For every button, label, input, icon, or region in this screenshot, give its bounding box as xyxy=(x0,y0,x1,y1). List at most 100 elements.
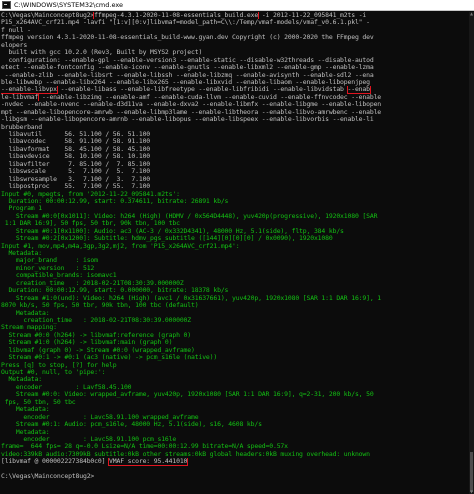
terminal-text: Stream #0:1[0x1100]: Audio: ac3 (AC-3 / … xyxy=(1,227,344,235)
terminal-line: [libvmaf @ 000002227384b0c0] VMAF score:… xyxy=(1,458,469,466)
terminal-text: Metadata: xyxy=(1,376,42,384)
terminal-text: Metadata: xyxy=(1,406,50,414)
terminal-text: ble-libwebp --enable-libx264 --enable-li… xyxy=(1,78,374,86)
terminal-line: encoder : Lavc58.91.100 pcm_s16le xyxy=(1,436,469,443)
terminal-text: libavutil 56. 51.100 / 56. 51.100 xyxy=(1,131,151,138)
terminal-line: -libgsm --enable-libopencore-amrnb --ena… xyxy=(1,116,469,123)
terminal-text: built with gcc 10.2.0 (Rev3, Built by MS… xyxy=(1,49,203,57)
terminal-text: libavcodec 58. 91.100 / 58. 91.100 xyxy=(1,138,151,146)
terminal-text: mpt --enable-libopencore-amrwb --enable-… xyxy=(1,108,382,116)
terminal-text: C:\Vegas\Mainconcept8ug2> xyxy=(1,473,95,481)
terminal-line: etect --enable-fontconfig --enable-iconv… xyxy=(1,64,469,71)
terminal-text: encoder : Lavc58.91.100 wrapped_avframe xyxy=(1,413,199,421)
terminal-text: libswscale 5. 7.100 / 5. 7.100 xyxy=(1,168,151,176)
terminal-line: creation_time : 2018-02-21T08:30:39.0000… xyxy=(1,317,469,324)
terminal-line: libvmaf (graph 0) -> Stream #0:0 (wrappe… xyxy=(1,347,469,354)
terminal-line: libswscale 5. 7.100 / 5. 7.100 xyxy=(1,168,469,175)
terminal-line: ble-libwebp --enable-libx264 --enable-li… xyxy=(1,79,469,86)
scrollbar-thumb[interactable] xyxy=(470,452,473,492)
terminal-line: libavdevice 58. 10.100 / 58. 10.100 xyxy=(1,153,469,160)
cmd-icon xyxy=(2,1,11,9)
terminal-line: Stream mapping: xyxy=(1,324,469,331)
terminal-text: libswresample 3. 7.100 / 3. 7.100 xyxy=(1,175,151,183)
terminal-line: 1:1 DAR 16:9], 50 fps, 50 tbr, 90k tbn, … xyxy=(1,220,469,227)
terminal-line: ffmpeg version 4.3.1-2020-11-08-essentia… xyxy=(1,34,469,41)
terminal-line: Metadata: xyxy=(1,376,469,383)
terminal-line: le-libvmaf --enable-libzimg --enable-amf… xyxy=(1,93,469,102)
terminal-text: etect --enable-fontconfig --enable-iconv… xyxy=(1,64,374,72)
terminal-line: configuration: --enable-gpl --enable-ver… xyxy=(1,57,469,64)
scroll-up-arrow-icon[interactable]: ▲ xyxy=(469,12,474,16)
terminal-text: Stream #0:2[0x1200]: Subtitle: hdmv_pgs_… xyxy=(1,235,333,243)
terminal-text: Stream #0:0[0x1011]: Video: h264 (High) … xyxy=(1,212,378,220)
terminal-line: encoder : Lavf58.45.100 xyxy=(1,384,469,391)
terminal-text: Stream #1:0(und): Video: h264 (High) (av… xyxy=(1,294,382,302)
terminal-text: Duration: 00:00:12.99, start: 0.000000, … xyxy=(1,287,229,295)
terminal-line: mpt --enable-libopencore-amrwb --enable-… xyxy=(1,109,469,116)
terminal-text: -libgsm --enable-libopencore-amrnb --ena… xyxy=(1,116,374,124)
terminal-text: 1:1 DAR 16:9], 50 fps, 50 tbr, 90k tbn, … xyxy=(1,220,180,228)
terminal-line: creation_time : 2018-02-21T08:30:39.0000… xyxy=(1,280,469,287)
terminal-text: libavformat 58. 45.100 / 58. 45.100 xyxy=(1,145,151,153)
terminal-line: Stream #0:0 (h264) -> libvmaf:reference … xyxy=(1,332,469,339)
terminal-line: Metadata: xyxy=(1,429,469,436)
terminal-line: video:339kB audio:7309kB subtitle:0kB ot… xyxy=(1,451,469,458)
highlighted-text: --enable-libvpx xyxy=(1,86,58,94)
terminal-line: Stream #0:1: Audio: pcm_s16le, 48000 Hz,… xyxy=(1,421,469,428)
terminal-text: major_brand : isom xyxy=(1,257,98,265)
terminal-text: creation_time : 2018-02-21T08:30:39.0000… xyxy=(1,279,184,287)
terminal-line: Metadata: xyxy=(1,250,469,257)
terminal-line: libavcodec 58. 91.100 / 58. 91.100 xyxy=(1,138,469,145)
terminal-line: minor_version : 512 xyxy=(1,265,469,272)
terminal-line: Press [q] to stop, [?] for help xyxy=(1,362,469,369)
terminal-text: Press [q] to stop, [?] for help xyxy=(1,361,117,369)
scroll-down-arrow-icon[interactable]: ▼ xyxy=(469,490,474,494)
terminal-line: Stream #0:1[0x1100]: Audio: ac3 (AC-3 / … xyxy=(1,228,469,235)
terminal-text: f null - xyxy=(1,26,31,34)
terminal-text: encoder : Lavf58.45.100 xyxy=(1,383,132,391)
highlighted-text: VMAF score: 95.441010 xyxy=(108,458,189,466)
terminal-line: -nvdec --enable-nvenc --enable-d3d11va -… xyxy=(1,101,469,108)
terminal-text: --enable-libzimg --enable-amf --enable-c… xyxy=(38,93,382,101)
terminal-line: Stream #1:0 (h264) -> libvmaf:main (grap… xyxy=(1,339,469,346)
terminal-line: libswresample 3. 7.100 / 3. 7.100 xyxy=(1,176,469,183)
terminal-text: -i 2012-11-22_095841_m2ts -i xyxy=(258,12,367,19)
terminal-line: libavutil 56. 51.100 / 56. 51.100 xyxy=(1,131,469,138)
terminal-text: libavdevice 58. 10.100 / 58. 10.100 xyxy=(1,153,151,161)
terminal-text: brubberband xyxy=(1,123,42,131)
terminal-text: libavfilter 7. 85.100 / 7. 85.100 xyxy=(1,160,151,168)
terminal-line: Output #0, null, to 'pipe:': xyxy=(1,369,469,376)
terminal-text: encoder : Lavc58.91.100 pcm_s16le xyxy=(1,435,177,443)
terminal-line: libpostproc 55. 7.100 / 55. 7.100 xyxy=(1,183,469,190)
terminal-text: libvmaf (graph 0) -> Stream #0:0 (wrappe… xyxy=(1,346,195,354)
terminal-line: Metadata: xyxy=(1,310,469,317)
terminal-line: --enable-libvpx --enable-libass --enable… xyxy=(1,86,469,94)
title-bar[interactable]: C:\WINDOWS\SYSTEM32\cmd.exe xyxy=(0,0,474,11)
terminal-text: compatible_brands: isomavc1 xyxy=(1,272,117,280)
terminal-line: built with gcc 10.2.0 (Rev3, Built by MS… xyxy=(1,49,469,56)
terminal-text: C:\Vegas\Mainconcept8ug2> xyxy=(1,12,95,19)
terminal-text: configuration: --enable-gpl --enable-ver… xyxy=(1,56,374,64)
terminal-text: Stream mapping: xyxy=(1,324,57,332)
terminal-text: video:339kB audio:7309kB subtitle:0kB ot… xyxy=(1,450,370,458)
terminal-text: -nvdec --enable-nvenc --enable-d3d11va -… xyxy=(1,101,382,109)
terminal-line: fps, 50 tbn, 50 tbc xyxy=(1,399,469,406)
terminal-line: Duration: 00:00:12.99, start: 0.000000, … xyxy=(1,287,469,294)
terminal-line: f null - xyxy=(1,27,469,34)
terminal-text: Duration: 00:00:12.99, start: 0.374611, … xyxy=(1,197,229,205)
terminal-text: Input #0, mpegts, from '2012-11-22_09584… xyxy=(1,190,180,198)
terminal-line: Program 1 xyxy=(1,205,469,212)
terminal-line: Stream #0:0[0x1011]: Video: h264 (High) … xyxy=(1,213,469,220)
terminal-text: frame= 644 fps= 28 q=-0.0 Lsize=N/A time… xyxy=(1,443,288,451)
highlighted-text: --enab xyxy=(346,86,371,94)
terminal-text: Output #0, null, to 'pipe:': xyxy=(1,369,106,376)
terminal-line: P15_x264AVC_crf21.mp4 -lavfi "[1:v][0:v]… xyxy=(1,19,469,26)
highlighted-text: ffmpeg-4.3.1-2020-11-08-essentials_build… xyxy=(93,12,260,20)
terminal-output[interactable]: C:\Vegas\Mainconcept8ug2>ffmpeg-4.3.1-20… xyxy=(0,12,469,494)
terminal-text: fps, 50 tbn, 50 tbc xyxy=(1,398,76,406)
terminal-text: Metadata: xyxy=(1,250,42,257)
terminal-line: libavformat 58. 45.100 / 58. 45.100 xyxy=(1,146,469,153)
terminal-text: Metadata: xyxy=(1,309,50,317)
vertical-scrollbar[interactable]: ▲ ▼ xyxy=(469,12,474,494)
terminal-line: Stream #0:0: Video: wrapped_avframe, yuv… xyxy=(1,391,469,398)
